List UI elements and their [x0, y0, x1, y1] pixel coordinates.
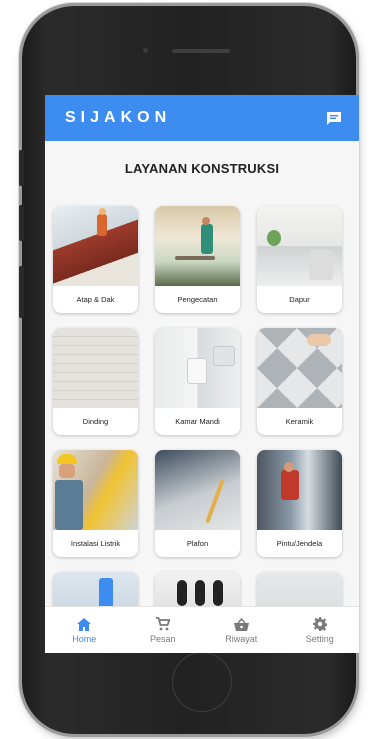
chat-icon[interactable]: [325, 109, 343, 127]
nav-label: Riwayat: [225, 634, 258, 644]
nav-label: Pesan: [149, 634, 176, 644]
nav-label: Home: [72, 634, 97, 644]
service-card-dapur[interactable]: Dapur: [257, 206, 342, 313]
volume-down-button: [19, 266, 24, 318]
roof-worker-image: [53, 206, 138, 286]
earpiece-speaker: [172, 49, 230, 53]
service-label: Kamar Mandi: [175, 417, 220, 426]
service-card-pintu-jendela[interactable]: Pintu/Jendela: [257, 450, 342, 557]
kitchen-image: [257, 206, 342, 286]
electrician-image: [53, 450, 138, 530]
service-label: Dinding: [82, 417, 109, 426]
nav-item-riwayat[interactable]: Riwayat: [206, 616, 276, 644]
service-label: Atap & Dak: [76, 295, 115, 304]
service-grid: Atap & Dak Pengecatan Dapur Dinding Kama…: [53, 206, 351, 653]
bathroom-image: [155, 328, 240, 408]
service-card-instalasi-listrik[interactable]: Instalasi Listrik: [53, 450, 138, 557]
service-label: Keramik: [285, 417, 314, 426]
volume-up-button: [19, 205, 24, 241]
mute-switch: [19, 150, 24, 186]
front-camera: [143, 48, 148, 53]
section-title: LAYANAN KONSTRUKSI: [124, 161, 280, 176]
service-card-dinding[interactable]: Dinding: [53, 328, 138, 435]
service-label: Pengecatan: [177, 295, 218, 304]
floor-tiles-image: [257, 328, 342, 408]
phone-home-button[interactable]: [172, 652, 232, 712]
window-installer-image: [257, 450, 342, 530]
bottom-navigation: Home Pesan Riwayat Setting: [45, 606, 359, 653]
service-card-pengecatan[interactable]: Pengecatan: [155, 206, 240, 313]
nav-item-setting[interactable]: Setting: [285, 616, 355, 644]
service-card-keramik[interactable]: Keramik: [257, 328, 342, 435]
nav-item-pesan[interactable]: Pesan: [128, 616, 198, 644]
gear-icon: [312, 616, 328, 632]
nav-label: Setting: [305, 634, 334, 644]
ceiling-image: [155, 450, 240, 530]
service-card-atap[interactable]: Atap & Dak: [53, 206, 138, 313]
service-card-kamar-mandi[interactable]: Kamar Mandi: [155, 328, 240, 435]
cart-icon: [155, 616, 171, 632]
basket-icon: [233, 616, 249, 632]
service-label: Plafon: [186, 539, 209, 548]
brick-wall-image: [53, 328, 138, 408]
service-label: Pintu/Jendela: [276, 539, 323, 548]
service-card-plafon[interactable]: Plafon: [155, 450, 240, 557]
home-icon: [76, 616, 92, 632]
app-screen: SIJAKON LAYANAN KONSTRUKSI Atap & Dak Pe…: [45, 95, 359, 653]
app-bar: SIJAKON: [45, 95, 359, 141]
app-title: SIJAKON: [65, 109, 172, 126]
service-label: Dapur: [289, 295, 310, 304]
painter-image: [155, 206, 240, 286]
nav-item-home[interactable]: Home: [49, 616, 119, 644]
service-label: Instalasi Listrik: [70, 539, 121, 548]
